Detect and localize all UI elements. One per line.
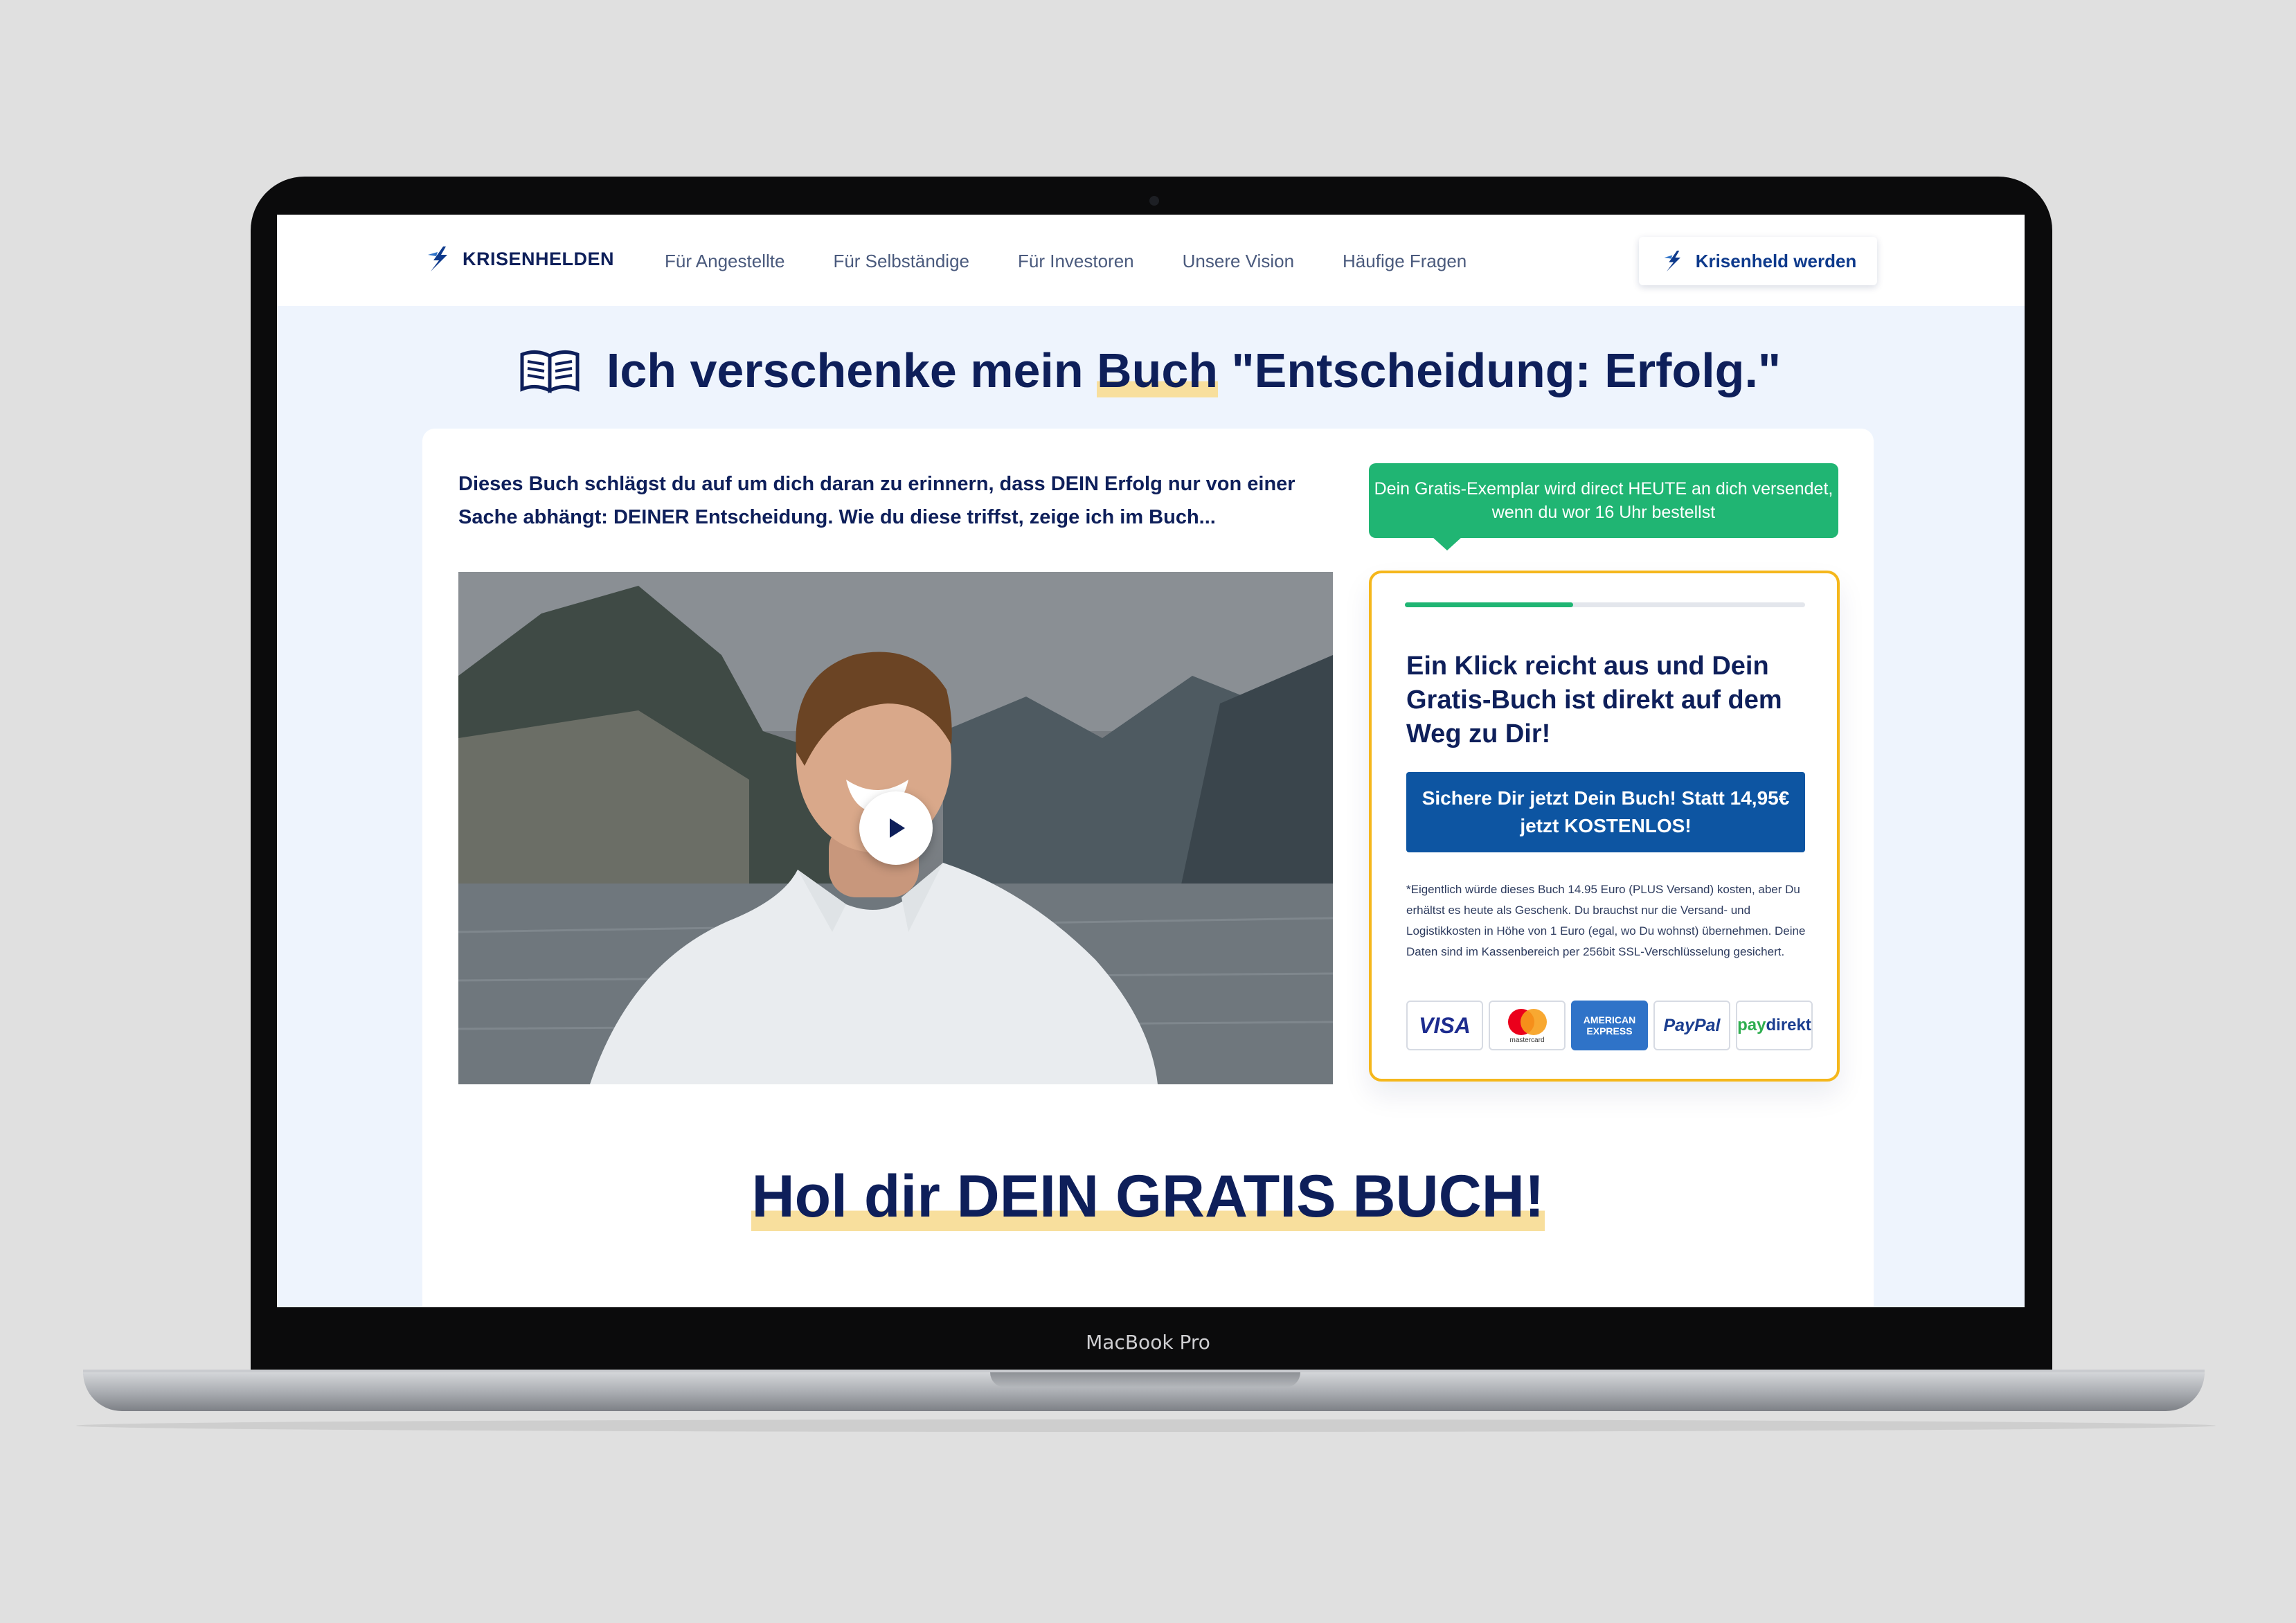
order-box: Ein Klick reicht aus und Dein Gratis-Buc…: [1369, 571, 1840, 1082]
bubble-tail: [1432, 537, 1462, 550]
nav-link-angestellte[interactable]: Für Angestellte: [665, 251, 784, 272]
offer-card: Dieses Buch schlägst du auf um dich dara…: [422, 429, 1874, 1307]
play-icon: [890, 818, 905, 838]
device-label: MacBook Pro: [1086, 1331, 1210, 1354]
get-free-book-button[interactable]: Sichere Dir jetzt Dein Buch! Statt 14,95…: [1406, 772, 1805, 852]
visa-logo: VISA: [1406, 1001, 1483, 1050]
amex-logo: AMERICAN EXPRESS: [1571, 1001, 1648, 1050]
progress-bar: [1405, 602, 1805, 607]
nav-link-faq[interactable]: Häufige Fragen: [1343, 251, 1467, 272]
nav-link-vision[interactable]: Unsere Vision: [1183, 251, 1294, 272]
nav-link-selbstaendige[interactable]: Für Selbständige: [833, 251, 969, 272]
nav-link-investoren[interactable]: Für Investoren: [1018, 251, 1134, 272]
main-nav: Für Angestellte Für Selbständige Für Inv…: [665, 251, 1467, 272]
brand-logo[interactable]: KRISENHELDEN: [422, 245, 614, 273]
payment-methods: VISA mastercard AMERICAN EXPRESS PayPal …: [1406, 1001, 1813, 1050]
play-button[interactable]: [859, 791, 933, 865]
laptop-shadow: [76, 1419, 2216, 1432]
order-title: Ein Klick reicht aus und Dein Gratis-Buc…: [1406, 652, 1782, 748]
mastercard-logo: mastercard: [1489, 1001, 1566, 1050]
cta-label: Krisenheld werden: [1695, 250, 1857, 271]
paypal-logo: PayPal: [1653, 1001, 1730, 1050]
open-book-icon: [520, 350, 580, 394]
krisenheld-werden-button[interactable]: Krisenheld werden: [1639, 237, 1877, 285]
brand-name: KRISENHELDEN: [463, 248, 615, 269]
progress-fill: [1405, 602, 1573, 607]
mastercard-icon: [1507, 1008, 1547, 1035]
video-player[interactable]: [458, 572, 1333, 1084]
section-heading: Hol dir DEIN GRATIS BUCH!: [422, 1163, 1874, 1231]
shipping-notice-bubble: Dein Gratis-Exemplar wird direct HEUTE a…: [1369, 463, 1838, 538]
top-navbar: KRISENHELDEN Für Angestellte Für Selbstä…: [277, 215, 2025, 306]
camera-icon: [1149, 196, 1159, 206]
hero-heading: Ich verschenke mein Buch "Entscheidung: …: [485, 343, 1814, 398]
gratis-buch-heading: Hol dir DEIN GRATIS BUCH!: [751, 1163, 1545, 1231]
hero-logo-icon: [428, 246, 447, 271]
hero-logo-icon: [1664, 251, 1680, 271]
laptop-notch: [990, 1372, 1300, 1388]
paydirekt-logo: paydirekt: [1736, 1001, 1813, 1050]
intro-text: Dieses Buch schlägst du auf um dich dara…: [458, 473, 1295, 528]
price-disclaimer: *Eigentlich würde dieses Buch 14.95 Euro…: [1406, 883, 1806, 958]
page-title: Ich verschenke mein Buch "Entscheidung: …: [606, 343, 1782, 397]
browser-viewport: KRISENHELDEN Für Angestellte Für Selbstä…: [277, 215, 2025, 1307]
